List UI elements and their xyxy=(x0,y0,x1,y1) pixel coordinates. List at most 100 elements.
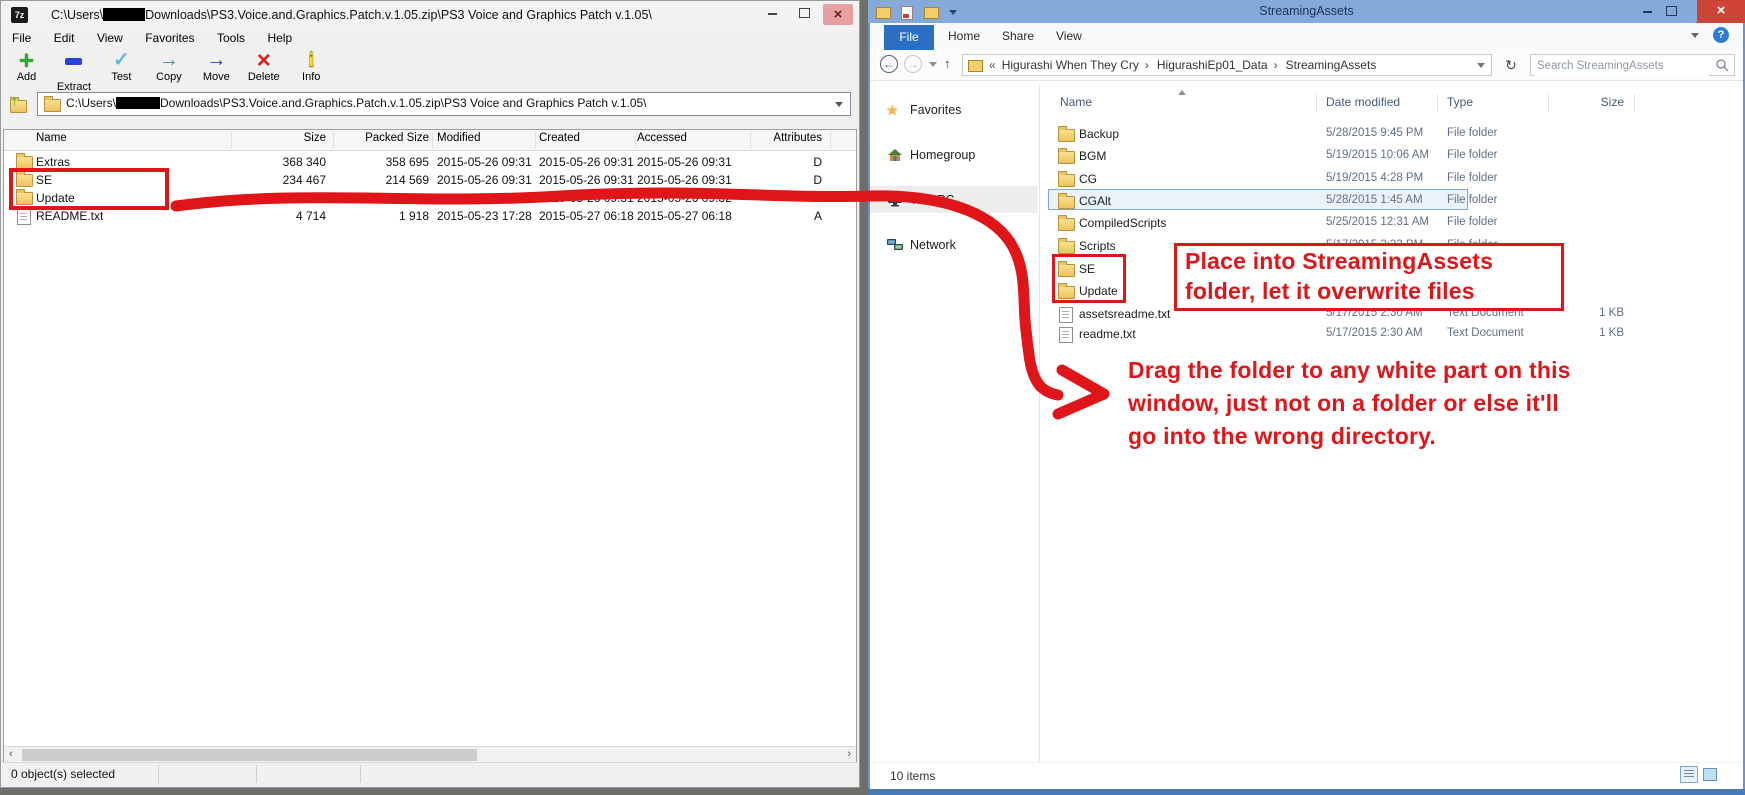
close-button[interactable] xyxy=(1697,0,1745,23)
menu-favorites[interactable]: Favorites xyxy=(136,29,203,47)
search-box[interactable] xyxy=(1530,54,1735,76)
extract-button[interactable]: Extract xyxy=(52,48,95,93)
titlebar[interactable]: StreamingAssets xyxy=(868,0,1745,23)
close-icon xyxy=(1717,2,1726,19)
annotation-text: Place into StreamingAssets xyxy=(1185,248,1493,275)
list-item[interactable]: readme.txt 5/17/2015 2:30 AM Text Docume… xyxy=(1048,324,1738,344)
details-view-button[interactable] xyxy=(1680,766,1698,783)
column-header-name[interactable]: Name xyxy=(36,132,67,144)
info-icon xyxy=(290,48,333,73)
list-item[interactable]: CG 5/19/2015 4:28 PM File folder xyxy=(1048,169,1738,189)
thumbnails-view-button[interactable] xyxy=(1701,766,1719,783)
tab-share[interactable]: Share xyxy=(1002,29,1034,43)
copy-arrow-icon xyxy=(147,48,190,73)
list-item[interactable]: Backup 5/28/2015 9:45 PM File folder xyxy=(1048,124,1738,144)
column-header-modified[interactable]: Modified xyxy=(437,132,480,144)
column-header-size[interactable]: Size xyxy=(232,132,326,144)
folder-icon xyxy=(1058,129,1075,142)
list-item[interactable]: BGM 5/19/2015 10:06 AM File folder xyxy=(1048,146,1738,166)
folder-icon xyxy=(44,99,61,112)
column-header-date-modified[interactable]: Date modified xyxy=(1326,95,1400,109)
back-button[interactable] xyxy=(880,55,898,73)
annotation-box-se-update-explorer xyxy=(1052,254,1126,303)
column-header-attributes[interactable]: Attributes xyxy=(752,132,822,144)
search-input[interactable] xyxy=(1535,56,1709,76)
network-icon xyxy=(886,237,904,253)
search-icon xyxy=(1715,58,1729,72)
address-combobox[interactable]: C:\Users\Downloads\PS3.Voice.and.Graphic… xyxy=(37,92,851,116)
item-count: 10 items xyxy=(890,769,935,783)
column-header-type[interactable]: Type xyxy=(1447,95,1473,109)
delete-button[interactable]: Delete xyxy=(242,48,285,83)
minimize-button[interactable] xyxy=(759,6,785,24)
titlebar[interactable]: 7z C:\Users\Downloads\PS3.Voice.and.Grap… xyxy=(1,1,859,29)
sidebar-item-this-pc[interactable]: This PC xyxy=(870,188,1038,214)
recent-locations-icon[interactable] xyxy=(929,62,937,67)
tab-home[interactable]: Home xyxy=(948,29,980,43)
list-item[interactable]: CompiledScripts 5/25/2015 12:31 AM File … xyxy=(1048,213,1738,233)
menu-view[interactable]: View xyxy=(88,29,132,47)
column-header-size[interactable]: Size xyxy=(1558,95,1624,109)
close-button[interactable] xyxy=(823,4,853,25)
address-dropdown-icon[interactable] xyxy=(1477,63,1485,68)
address-row: «Higurashi When They CryHigurashiEp01_Da… xyxy=(870,50,1743,81)
breadcrumb-item[interactable]: StreamingAssets xyxy=(1286,58,1377,72)
status-bar: 0 object(s) selected xyxy=(3,762,857,785)
folder-icon xyxy=(968,60,983,72)
sort-ascending-icon xyxy=(1178,90,1186,95)
annotation-text: folder, let it overwrite files xyxy=(1185,278,1475,305)
menubar: File Edit View Favorites Tools Help xyxy=(3,29,861,47)
desktop: 7z C:\Users\Downloads\PS3.Voice.and.Grap… xyxy=(0,0,1745,795)
delete-x-icon xyxy=(242,48,285,73)
menu-edit[interactable]: Edit xyxy=(45,29,84,47)
list-item-selected[interactable]: CGAlt 5/28/2015 1:45 AM File folder xyxy=(1048,191,1738,211)
annotation-callout-box: Place into StreamingAssets folder, let i… xyxy=(1174,243,1564,311)
sidebar-item-favorites[interactable]: Favorites xyxy=(870,98,1038,124)
extract-icon xyxy=(65,58,82,65)
address-bar[interactable]: «Higurashi When They CryHigurashiEp01_Da… xyxy=(962,54,1492,76)
test-button[interactable]: Test xyxy=(100,48,143,83)
column-header-created[interactable]: Created xyxy=(539,132,580,144)
scroll-left-icon[interactable]: ‹ xyxy=(9,748,13,760)
move-arrow-icon xyxy=(195,48,238,73)
column-header-packed-size[interactable]: Packed Size xyxy=(334,132,429,144)
copy-button[interactable]: Copy xyxy=(147,48,190,83)
add-button[interactable]: Add xyxy=(5,48,48,83)
annotation-box-se-update-7zip xyxy=(9,168,169,210)
sevenzip-window: 7z C:\Users\Downloads\PS3.Voice.and.Grap… xyxy=(0,0,860,788)
sidebar-item-homegroup[interactable]: Homegroup xyxy=(870,143,1038,169)
breadcrumb-item[interactable]: Higurashi When They Cry xyxy=(1002,58,1155,72)
menu-help[interactable]: Help xyxy=(258,29,301,47)
window-title: C:\Users\Downloads\PS3.Voice.and.Graphic… xyxy=(51,8,652,22)
menu-tools[interactable]: Tools xyxy=(208,29,254,47)
tab-file[interactable]: File xyxy=(884,25,934,50)
info-button[interactable]: Info xyxy=(290,48,333,83)
scrollbar-thumb[interactable] xyxy=(22,749,477,761)
up-folder-button[interactable] xyxy=(8,94,32,115)
status-bar: 10 items xyxy=(870,762,1743,789)
forward-button[interactable] xyxy=(904,55,922,73)
minimize-icon xyxy=(768,13,777,15)
sidebar-item-network[interactable]: Network xyxy=(870,233,1038,259)
star-icon xyxy=(886,102,904,118)
scroll-right-icon[interactable]: › xyxy=(847,748,851,760)
column-header-accessed[interactable]: Accessed xyxy=(637,132,687,144)
maximize-icon xyxy=(799,8,810,18)
computer-icon xyxy=(886,192,904,208)
help-button[interactable]: ? xyxy=(1713,27,1729,43)
breadcrumb-item[interactable]: HigurashiEp01_Data xyxy=(1157,58,1284,72)
refresh-button[interactable] xyxy=(1500,54,1522,76)
redaction-box xyxy=(103,8,145,21)
maximize-button[interactable] xyxy=(791,6,817,24)
minimize-button[interactable] xyxy=(1636,3,1658,21)
address-row: C:\Users\Downloads\PS3.Voice.and.Graphic… xyxy=(1,91,859,119)
column-header-name[interactable]: Name xyxy=(1060,95,1092,109)
dropdown-arrow-icon[interactable] xyxy=(835,102,843,107)
move-button[interactable]: Move xyxy=(195,48,238,83)
breadcrumb: «Higurashi When They CryHigurashiEp01_Da… xyxy=(989,58,1378,72)
folder-icon xyxy=(1058,151,1075,164)
maximize-button[interactable] xyxy=(1660,3,1682,21)
tab-view[interactable]: View xyxy=(1056,29,1082,43)
expand-ribbon-icon[interactable] xyxy=(1691,33,1699,38)
up-button[interactable] xyxy=(944,56,951,71)
